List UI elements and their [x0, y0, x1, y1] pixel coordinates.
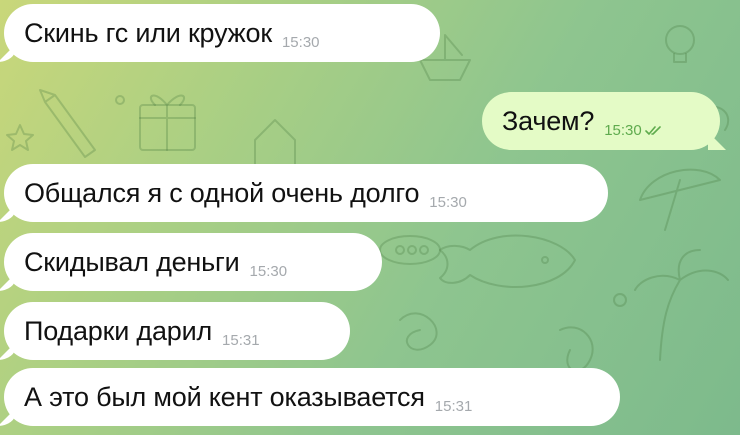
message-time: 15:30	[281, 33, 320, 51]
message-time: 15:31	[222, 331, 260, 349]
message-bubble-outgoing[interactable]: Зачем? 15:30	[482, 92, 720, 150]
message-time: 15:30	[429, 193, 467, 211]
message-text: Зачем?	[502, 105, 595, 136]
message-text: Скидывал деньги	[24, 246, 240, 277]
double-check-icon	[644, 126, 661, 135]
message-time: 15:30	[249, 262, 288, 280]
message-text: Подарки дарил	[24, 315, 213, 346]
message-bubble-incoming[interactable]: Подарки дарил 15:31	[4, 302, 350, 360]
message-text: Скинь гс или кружок	[24, 17, 272, 48]
message-time: 15:30	[604, 121, 642, 139]
message-time: 15:31	[434, 397, 473, 415]
message-text: А это был мой кент оказывается	[24, 381, 425, 412]
message-bubble-incoming[interactable]: Общался я с одной очень долго 15:30	[4, 164, 608, 222]
message-bubble-incoming[interactable]: Скидывал деньги 15:30	[4, 233, 382, 291]
message-bubble-incoming[interactable]: А это был мой кент оказывается 15:31	[4, 368, 620, 426]
message-bubble-incoming[interactable]: Скинь гс или кружок 15:30	[4, 4, 440, 62]
message-text: Общался я с одной очень долго	[24, 177, 420, 208]
